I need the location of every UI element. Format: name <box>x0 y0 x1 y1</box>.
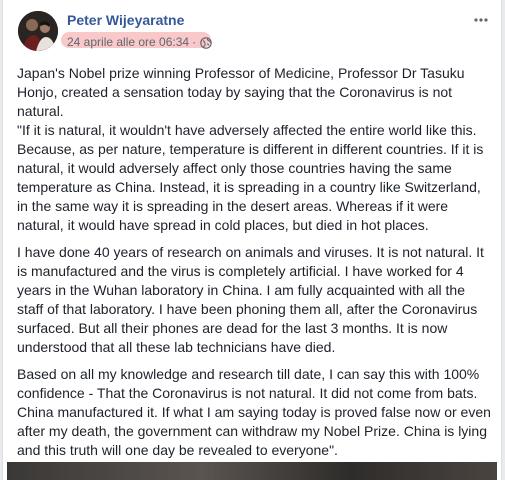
more-horizontal-icon <box>474 18 488 22</box>
author-avatar[interactable] <box>18 11 58 51</box>
post-paragraph-2: I have done 40 years of research on anim… <box>17 244 484 355</box>
author-name-link[interactable]: Peter Wijeyaratne <box>67 12 184 28</box>
post-meta: 24 aprile alle ore 06:34 · <box>67 33 212 51</box>
post-text: Japan's Nobel prize winning Professor of… <box>17 64 491 468</box>
post-timestamp-link[interactable]: 24 aprile alle ore 06:34 <box>67 35 189 49</box>
meta-separator: · <box>192 35 197 49</box>
more-options-button[interactable] <box>469 10 493 30</box>
globe-icon[interactable] <box>200 36 212 49</box>
post-image-preview[interactable] <box>7 462 497 480</box>
post-card: Peter Wijeyaratne 24 aprile alle ore 06:… <box>2 0 502 480</box>
avatar-photo <box>18 11 58 51</box>
post-paragraph-3: Based on all my knowledge and research t… <box>17 366 491 458</box>
post-paragraph-1: Japan's Nobel prize winning Professor of… <box>17 65 484 233</box>
